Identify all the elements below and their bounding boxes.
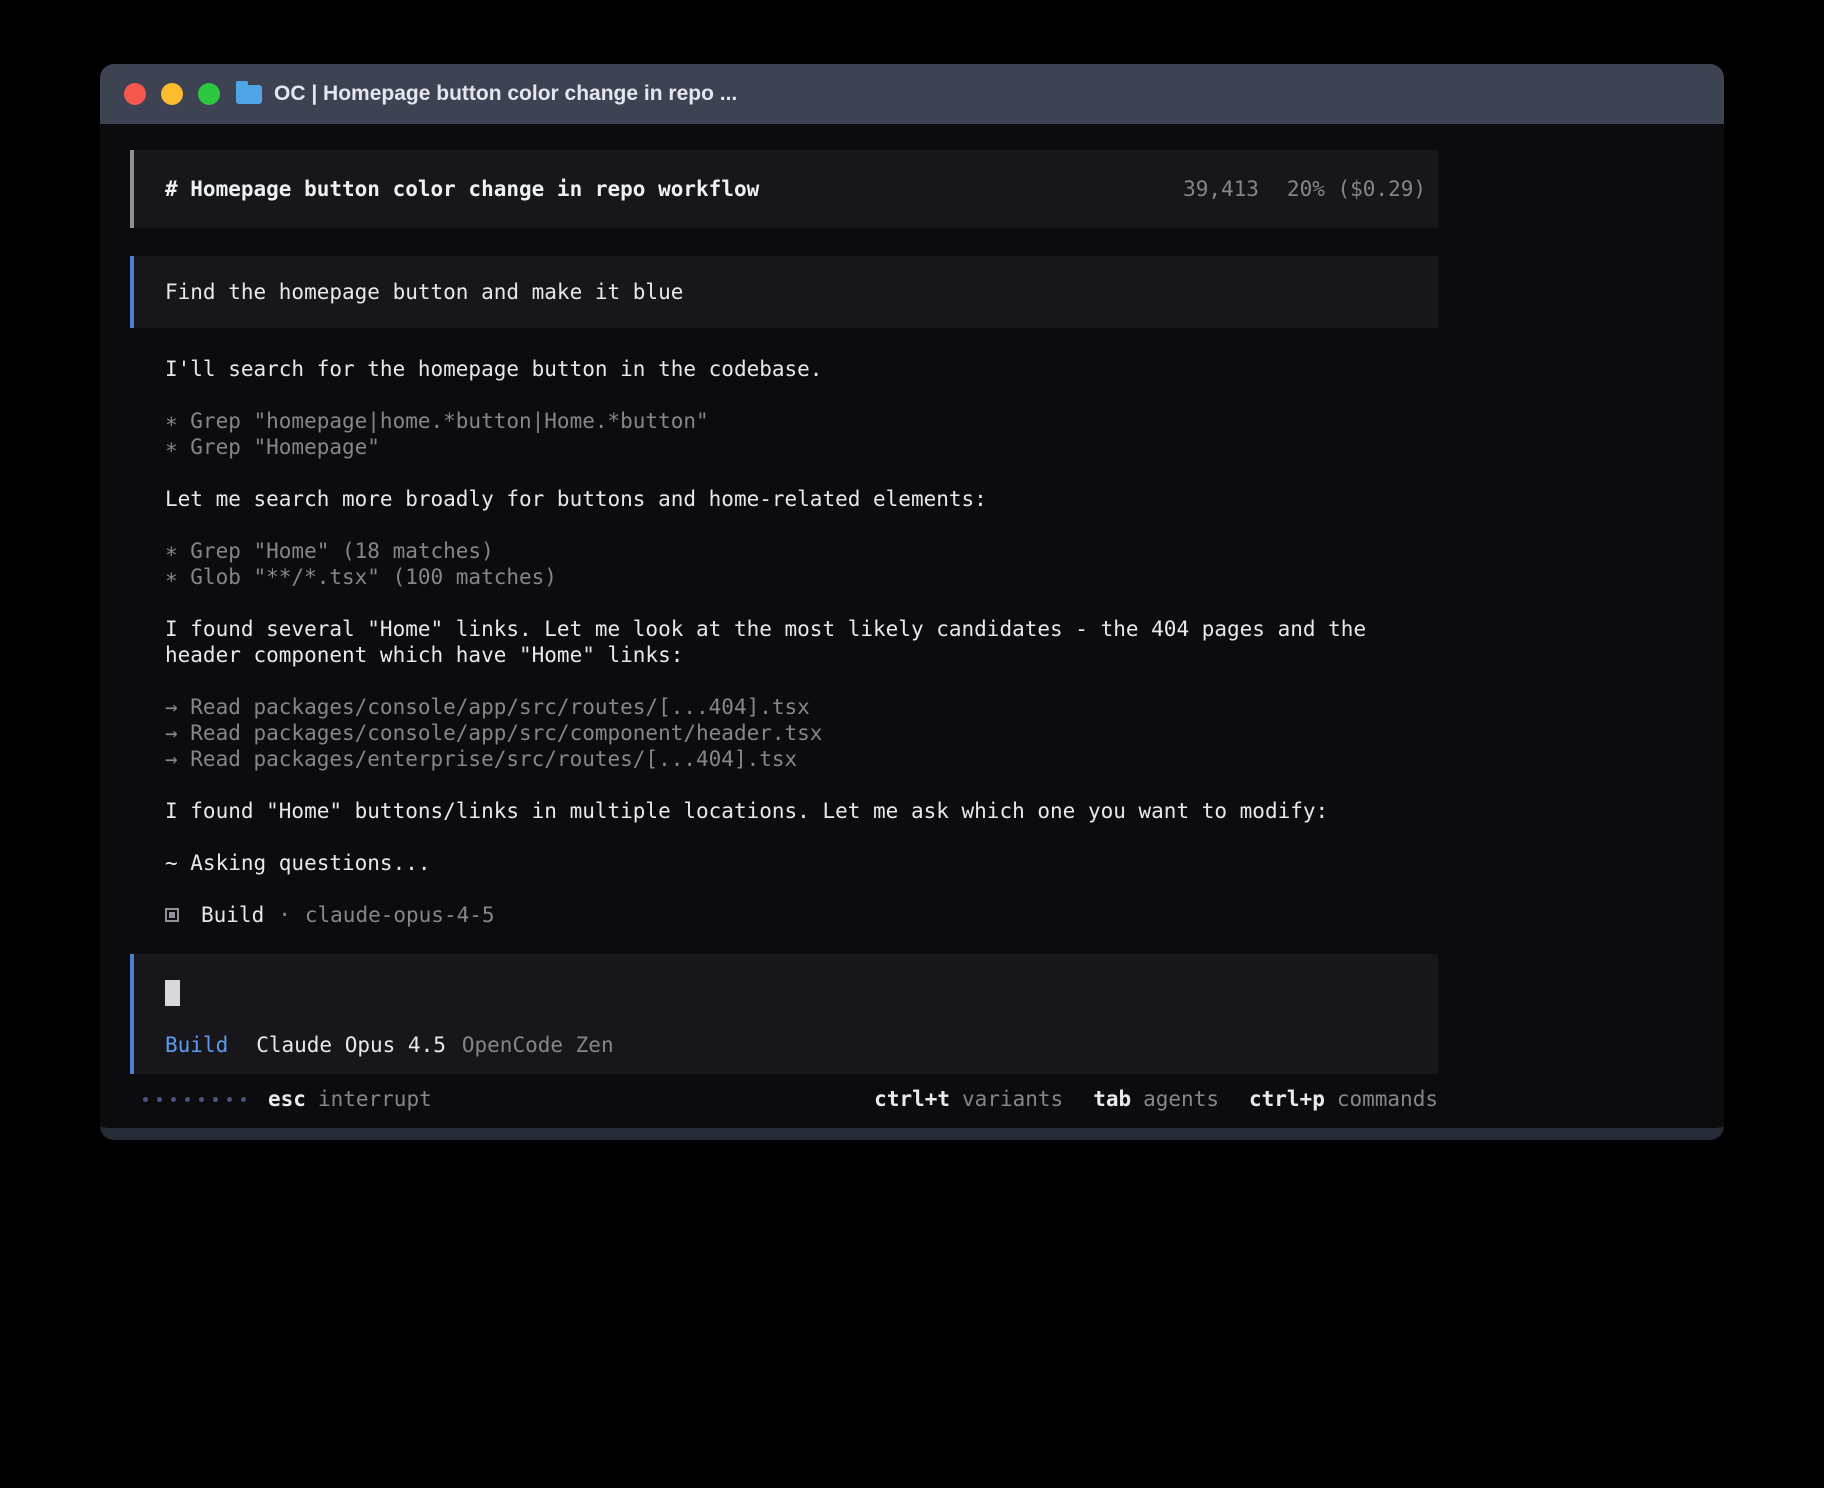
hint-key-tab: tab: [1093, 1086, 1131, 1112]
window-titlebar[interactable]: OC | Homepage button color change in rep…: [100, 64, 1724, 124]
hint-variants: ctrl+t variants: [874, 1086, 1063, 1112]
agent-model: claude-opus-4-5: [305, 902, 495, 928]
close-button[interactable]: [124, 83, 146, 105]
session-header: # Homepage button color change in repo w…: [130, 150, 1438, 228]
assistant-text: Let me search more broadly for buttons a…: [165, 486, 1438, 512]
hint-label-commands: commands: [1337, 1086, 1438, 1112]
tool-call-read: → Read packages/console/app/src/routes/[…: [165, 694, 1438, 720]
prompt-input[interactable]: Build Claude Opus 4.5 OpenCode Zen: [130, 954, 1438, 1074]
tool-call-glob: ∗ Glob "**/*.tsx" (100 matches): [165, 564, 1438, 590]
folder-icon: [236, 85, 262, 104]
session-title: # Homepage button color change in repo w…: [165, 177, 759, 201]
progress-dot: [157, 1097, 162, 1102]
tool-call-grep: ∗ Grep "Homepage": [165, 434, 1438, 460]
assistant-text: I found "Home" buttons/links in multiple…: [165, 798, 1438, 824]
hint-interrupt: esc interrupt: [268, 1086, 432, 1112]
assistant-text: I'll search for the homepage button in t…: [165, 356, 1438, 382]
text-cursor: [165, 980, 180, 1006]
tool-call-group: ∗ Grep "Home" (18 matches) ∗ Glob "**/*.…: [165, 538, 1438, 590]
hint-commands: ctrl+p commands: [1249, 1086, 1438, 1112]
progress-dot: [143, 1097, 148, 1102]
separator-dot-icon: ·: [278, 902, 291, 928]
hint-key-esc: esc: [268, 1086, 306, 1112]
tool-call-read: → Read packages/enterprise/src/routes/[.…: [165, 746, 1438, 772]
activity-status: ~ Asking questions...: [165, 850, 1438, 876]
window-title: OC | Homepage button color change in rep…: [274, 82, 737, 106]
agent-icon: [165, 908, 179, 922]
input-meta: Build Claude Opus 4.5 OpenCode Zen: [165, 1032, 1407, 1058]
hint-label-variants: variants: [962, 1086, 1063, 1112]
token-count: 39,413: [1183, 177, 1259, 201]
tool-call-read: → Read packages/console/app/src/componen…: [165, 720, 1438, 746]
minimize-button[interactable]: [161, 83, 183, 105]
hint-label-agents: agents: [1143, 1086, 1219, 1112]
input-provider-label: OpenCode Zen: [462, 1032, 614, 1058]
progress-dot: [227, 1097, 232, 1102]
terminal-window: OC | Homepage button color change in rep…: [100, 64, 1724, 1140]
user-message-text: Find the homepage button and make it blu…: [165, 280, 683, 304]
tool-call-group: ∗ Grep "homepage|home.*button|Home.*butt…: [165, 408, 1438, 460]
status-bar: esc interrupt ctrl+t variants tab agents…: [130, 1086, 1438, 1112]
terminal-content: # Homepage button color change in repo w…: [100, 124, 1724, 1128]
progress-dots: [143, 1097, 246, 1102]
tool-call-grep: ∗ Grep "Home" (18 matches): [165, 538, 1438, 564]
agent-name: Build: [201, 902, 264, 928]
progress-dot: [199, 1097, 204, 1102]
agent-row: Build · claude-opus-4-5: [165, 902, 1438, 928]
assistant-transcript: I'll search for the homepage button in t…: [130, 356, 1438, 928]
zoom-button[interactable]: [198, 83, 220, 105]
hint-label-interrupt: interrupt: [318, 1086, 432, 1112]
tool-call-group: → Read packages/console/app/src/routes/[…: [165, 694, 1438, 772]
user-message: Find the homepage button and make it blu…: [130, 256, 1438, 328]
hint-agents: tab agents: [1093, 1086, 1219, 1112]
context-usage: 20% ($0.29): [1287, 177, 1426, 201]
hint-key-ctrl-p: ctrl+p: [1249, 1086, 1325, 1112]
session-stats: 39,413 20% ($0.29): [1183, 177, 1426, 201]
progress-dot: [185, 1097, 190, 1102]
input-model-label: Claude Opus 4.5: [256, 1032, 446, 1058]
hint-key-ctrl-t: ctrl+t: [874, 1086, 950, 1112]
traffic-lights: [124, 83, 220, 105]
progress-dot: [241, 1097, 246, 1102]
progress-dot: [213, 1097, 218, 1102]
progress-dot: [171, 1097, 176, 1102]
input-agent-label: Build: [165, 1032, 228, 1058]
keyboard-hints: ctrl+t variants tab agents ctrl+p comman…: [874, 1086, 1438, 1112]
tool-call-grep: ∗ Grep "homepage|home.*button|Home.*butt…: [165, 408, 1438, 434]
assistant-text: I found several "Home" links. Let me loo…: [165, 616, 1438, 668]
